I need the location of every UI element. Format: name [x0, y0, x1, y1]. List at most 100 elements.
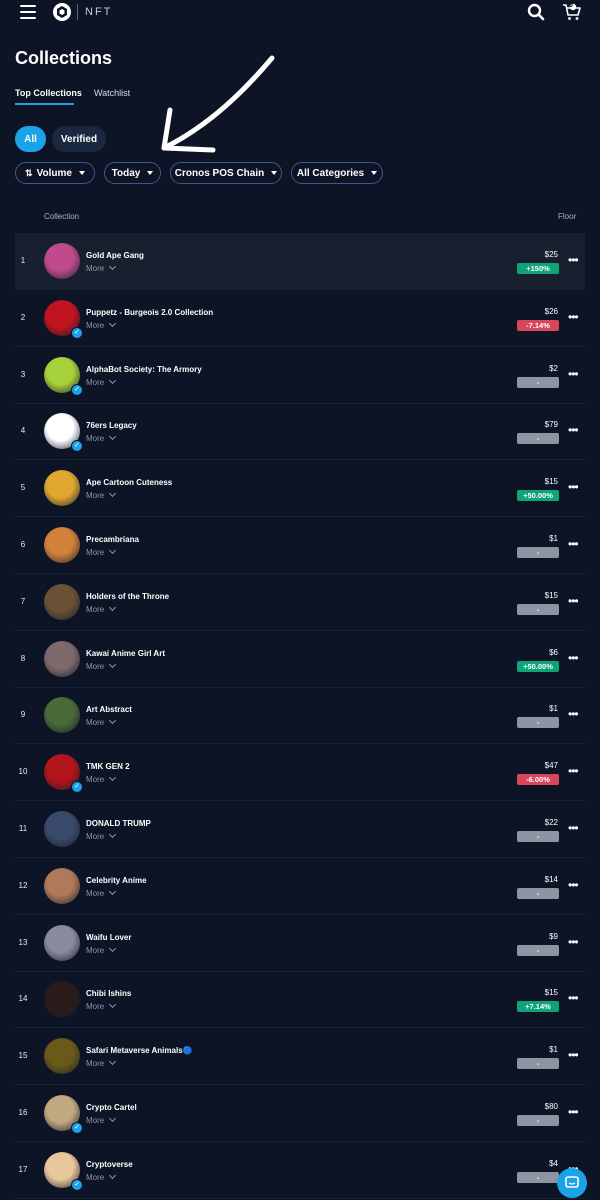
- filter-verified-pill[interactable]: Verified: [52, 126, 106, 152]
- period-dropdown[interactable]: Today: [104, 162, 161, 184]
- collection-row[interactable]: 14 Chibi Ishins More $15 +7.14% •••: [15, 971, 585, 1029]
- floor-price: $1: [549, 534, 558, 543]
- more-options-icon[interactable]: •••: [568, 310, 579, 324]
- collection-row[interactable]: 13 Waifu Lover More $9 - •••: [15, 915, 585, 972]
- menu-icon[interactable]: [20, 5, 36, 19]
- more-toggle[interactable]: More: [86, 319, 117, 330]
- more-toggle[interactable]: More: [86, 490, 117, 500]
- collection-row[interactable]: 17✓CryptoverseMore$4-•••: [15, 1142, 585, 1199]
- collection-avatar[interactable]: [44, 583, 80, 620]
- more-options-icon[interactable]: •••: [568, 1048, 579, 1062]
- more-toggle[interactable]: More: [86, 262, 117, 273]
- sort-dropdown[interactable]: ⇅ Volume: [15, 162, 95, 184]
- tab-top-collections[interactable]: Top Collections: [15, 88, 82, 98]
- more-options-icon[interactable]: •••: [568, 594, 579, 608]
- collection-name[interactable]: Celebrity Anime: [86, 876, 147, 885]
- chain-dropdown[interactable]: Cronos POS Chain: [170, 162, 282, 184]
- more-toggle[interactable]: More: [86, 887, 117, 898]
- more-toggle[interactable]: More: [86, 830, 117, 841]
- more-toggle[interactable]: More: [86, 546, 117, 557]
- collection-name[interactable]: 76ers Legacy: [86, 421, 137, 430]
- more-toggle[interactable]: More: [86, 1171, 117, 1182]
- category-dropdown[interactable]: All Categories: [291, 162, 383, 184]
- collection-name[interactable]: Kawai Anime Girl Art: [86, 649, 165, 658]
- collection-avatar[interactable]: [44, 811, 80, 847]
- collection-row[interactable]: 12 Celebrity Anime More $14 - •••: [15, 858, 585, 915]
- collection-row[interactable]: 9 Art Abstract More $1 - •••: [15, 687, 585, 745]
- collection-row[interactable]: 5 Ape Cartoon Cuteness More $15 +50.00% •••: [15, 460, 585, 518]
- more-toggle[interactable]: More: [86, 1058, 117, 1068]
- collection-row[interactable]: 2 ✓ Puppetz - Burgeois 2.0 Collection More $…: [15, 290, 585, 347]
- collection-avatar[interactable]: [44, 981, 80, 1018]
- collection-name[interactable]: Waifu Lover: [86, 933, 131, 942]
- collection-avatar[interactable]: [44, 640, 80, 677]
- collection-avatar[interactable]: [44, 243, 80, 279]
- more-options-icon[interactable]: •••: [568, 991, 579, 1005]
- more-options-icon[interactable]: •••: [568, 935, 579, 949]
- more-options-icon[interactable]: •••: [568, 764, 579, 778]
- collection-row[interactable]: 6 Precambriana More $1 - •••: [15, 517, 585, 574]
- collection-row[interactable]: 4 ✓ 76ers Legacy More $79 - •••: [15, 403, 585, 461]
- collection-name[interactable]: Precambriana: [86, 535, 139, 544]
- more-toggle[interactable]: More: [86, 1001, 117, 1011]
- collection-name[interactable]: Chibi Ishins: [86, 989, 131, 998]
- collection-row[interactable]: 10 ✓ TMK GEN 2 More $47 -6.00% •••: [15, 744, 585, 802]
- floor-change-badge: -: [517, 944, 559, 956]
- more-options-icon[interactable]: •••: [568, 821, 579, 835]
- collection-name[interactable]: Holders of the Throne: [86, 592, 169, 601]
- more-options-icon[interactable]: •••: [568, 367, 579, 381]
- more-options-icon[interactable]: •••: [568, 537, 579, 551]
- collection-name[interactable]: Puppetz - Burgeois 2.0 Collection: [86, 308, 213, 317]
- collection-row[interactable]: 8 Kawai Anime Girl Art More $6 +50.00% •••: [15, 631, 585, 688]
- collection-row[interactable]: 3 ✓ AlphaBot Society: The Armory More $2 - •••: [15, 347, 585, 404]
- more-toggle[interactable]: More: [86, 433, 117, 443]
- collection-name[interactable]: Ape Cartoon Cuteness: [86, 478, 172, 487]
- collection-name[interactable]: Gold Ape Gang: [86, 251, 144, 260]
- column-header-floor[interactable]: Floor: [558, 212, 576, 221]
- collection-name[interactable]: Safari Metaverse Animals🔵: [86, 1046, 193, 1055]
- floor-change-badge: +50.00%: [517, 490, 559, 502]
- more-toggle[interactable]: More: [86, 774, 117, 784]
- collection-name[interactable]: Art Abstract: [86, 705, 132, 714]
- search-icon[interactable]: [527, 3, 545, 21]
- more-toggle[interactable]: More: [86, 944, 117, 955]
- collection-avatar[interactable]: [44, 1038, 80, 1075]
- more-toggle[interactable]: More: [86, 603, 117, 614]
- collection-row[interactable]: 15 Safari Metaverse Animals🔵 More $1 - •••: [15, 1028, 585, 1086]
- collection-name[interactable]: TMK GEN 2: [86, 762, 130, 771]
- collection-avatar[interactable]: [44, 470, 80, 507]
- more-options-icon[interactable]: •••: [568, 878, 579, 892]
- collection-avatar[interactable]: [44, 527, 80, 563]
- collection-avatar[interactable]: [44, 924, 80, 961]
- collection-row[interactable]: 1 Gold Ape Gang More $25 +150% •••: [15, 233, 585, 290]
- floor-price: $1: [549, 1045, 558, 1055]
- collection-row[interactable]: 16 ✓ Crypto Cartel More $80 - •••: [15, 1085, 585, 1142]
- more-toggle[interactable]: More: [86, 1114, 117, 1125]
- more-options-icon[interactable]: •••: [568, 651, 579, 665]
- rank-number: 2: [20, 312, 26, 322]
- annotation-arrow-icon: [161, 55, 275, 153]
- more-toggle[interactable]: More: [86, 376, 117, 387]
- collection-name[interactable]: AlphaBot Society: The Armory: [86, 365, 202, 374]
- tab-watchlist[interactable]: Watchlist: [94, 88, 130, 98]
- chevron-down-icon: [109, 887, 117, 895]
- collection-name[interactable]: DONALD TRUMP: [86, 819, 151, 828]
- more-toggle[interactable]: More: [86, 660, 117, 671]
- collection-row[interactable]: 11 DONALD TRUMP More $22 - •••: [15, 801, 585, 858]
- rank-number: 11: [18, 824, 28, 833]
- brand-logo-icon[interactable]: [52, 2, 72, 22]
- collection-name[interactable]: Crypto Cartel: [86, 1103, 137, 1112]
- more-toggle[interactable]: More: [86, 717, 117, 727]
- more-options-icon[interactable]: •••: [568, 253, 579, 267]
- collection-name[interactable]: Cryptoverse: [86, 1160, 133, 1169]
- more-options-icon[interactable]: •••: [568, 707, 579, 721]
- collection-avatar[interactable]: [44, 867, 80, 904]
- chat-support-button[interactable]: [557, 1168, 587, 1198]
- filter-all-pill[interactable]: All: [15, 126, 46, 152]
- more-options-icon[interactable]: •••: [568, 1105, 579, 1119]
- more-options-icon[interactable]: •••: [568, 480, 579, 494]
- collection-avatar[interactable]: [44, 697, 80, 734]
- more-label: More: [86, 1172, 105, 1182]
- more-options-icon[interactable]: •••: [568, 423, 579, 437]
- collection-row[interactable]: 7 Holders of the Throne More $15 - •••: [15, 574, 585, 631]
